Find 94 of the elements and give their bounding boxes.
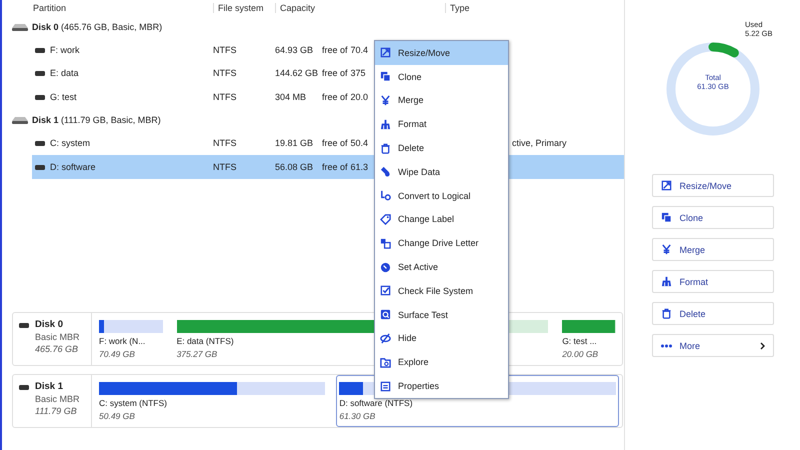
- menu-item[interactable]: Hide: [375, 326, 508, 350]
- trash-icon: [380, 142, 391, 154]
- partition-icon: [35, 94, 45, 100]
- column-header[interactable]: Type: [445, 2, 624, 12]
- partition-label: F: work (N...: [99, 336, 146, 346]
- broom-icon: [380, 118, 391, 130]
- menu-item[interactable]: Clone: [375, 64, 508, 89]
- disk-drive-icon: [12, 116, 28, 124]
- disk-size: 465.76 GB: [34, 344, 80, 354]
- partition-name: F: work: [50, 44, 80, 55]
- partition-label: E: data (NTFS): [176, 336, 234, 346]
- resize-icon: [660, 180, 672, 191]
- disk-style: Basic MBR: [34, 332, 81, 342]
- partition-label: G: test ...: [562, 336, 597, 346]
- disk-title: Disk 1 (111.79 GB, Basic, MBR): [32, 115, 161, 125]
- free-space: 56.08 GB: [275, 162, 314, 172]
- menu-item[interactable]: Merge: [375, 88, 508, 112]
- action-button[interactable]: Delete: [652, 302, 774, 325]
- capacity-label: free of: [322, 92, 348, 102]
- free-space: 144.62 GB: [275, 68, 319, 78]
- action-button[interactable]: Format: [652, 270, 774, 293]
- capacity-total: 70.4: [350, 44, 368, 55]
- disk-name: Disk 0: [35, 319, 63, 330]
- tag-icon: [380, 214, 391, 225]
- capacity-total: 50.4: [350, 138, 368, 148]
- disk-size: 111.79 GB: [34, 406, 78, 416]
- partition-label: C: system (NTFS): [99, 398, 167, 408]
- copy-icon: [380, 71, 391, 82]
- more-icon: [660, 344, 672, 348]
- file-system: NTFS: [213, 92, 238, 102]
- action-button[interactable]: Resize/Move: [652, 174, 774, 197]
- drive-letter-icon: [380, 238, 391, 249]
- partition-icon: [35, 164, 45, 170]
- resize-icon: [380, 47, 391, 58]
- capacity-label: free of: [322, 138, 348, 148]
- capacity-total: 375: [350, 68, 366, 78]
- menu-item[interactable]: Explore: [375, 350, 508, 374]
- partition-name: E: data: [50, 68, 79, 78]
- partition-type: ctive, Primary: [512, 138, 567, 148]
- check-icon: [380, 285, 391, 296]
- folder-icon: [380, 356, 391, 368]
- column-header[interactable]: Capacity: [275, 2, 445, 12]
- partition-name: D: software: [50, 162, 96, 172]
- capacity-label: free of: [322, 68, 348, 78]
- menu-item[interactable]: Properties: [375, 374, 508, 398]
- disk-style: Basic MBR: [34, 394, 81, 404]
- capacity-label: free of: [322, 162, 348, 172]
- trash-icon: [660, 308, 672, 319]
- partition-icon: [35, 70, 45, 76]
- menu-item[interactable]: Change Label: [375, 208, 508, 232]
- file-system: NTFS: [213, 68, 238, 78]
- partition-size: 61.30 GB: [339, 411, 376, 421]
- convert-icon: [380, 190, 391, 202]
- partition-size: 375.27 GB: [176, 349, 218, 359]
- free-space: 64.93 GB: [275, 44, 314, 55]
- partition-icon: [35, 46, 45, 53]
- column-header[interactable]: Partition: [2, 2, 213, 12]
- action-button[interactable]: Merge: [652, 238, 774, 261]
- file-system: NTFS: [213, 44, 238, 55]
- menu-item[interactable]: Format: [375, 112, 508, 136]
- menu-item[interactable]: Change Drive Letter: [375, 231, 508, 256]
- disk-drive-icon: [12, 22, 28, 30]
- chevron-right-icon: [760, 342, 764, 350]
- menu-item[interactable]: Surface Test: [375, 302, 508, 327]
- partition-size: 50.49 GB: [99, 411, 135, 421]
- merge-icon: [380, 94, 391, 106]
- free-space: 19.81 GB: [275, 138, 314, 148]
- disk-name: Disk 1: [35, 381, 63, 392]
- partition-icon: [35, 140, 45, 146]
- file-system: NTFS: [213, 138, 238, 148]
- copy-icon: [660, 212, 672, 223]
- partition-name: G: test: [50, 92, 77, 102]
- partition-name: C: system: [50, 138, 90, 148]
- menu-item[interactable]: Convert to Logical: [375, 184, 508, 208]
- partition-size: 70.49 GB: [99, 349, 135, 359]
- capacity-label: free of: [322, 44, 348, 55]
- menu-item[interactable]: Check File System: [375, 278, 508, 303]
- merge-icon: [660, 244, 672, 255]
- menu-item[interactable]: Set Active: [375, 255, 508, 279]
- file-system: NTFS: [213, 162, 238, 172]
- broom-icon: [660, 276, 672, 287]
- hidden-icon: [380, 332, 391, 344]
- action-button[interactable]: Clone: [652, 206, 774, 229]
- action-button[interactable]: More: [652, 334, 774, 357]
- free-space: 304 MB: [275, 92, 308, 102]
- partition-size: 20.00 GB: [562, 349, 598, 359]
- partition-label: D: software (NTFS): [339, 398, 413, 408]
- scan-icon: [380, 309, 391, 320]
- column-header[interactable]: File system: [213, 2, 275, 12]
- capacity-total: 61.3: [350, 162, 368, 172]
- menu-item[interactable]: Resize/Move: [375, 41, 508, 65]
- capacity-total: 20.0: [350, 92, 368, 102]
- properties-icon: [380, 380, 391, 392]
- disk-title: Disk 0 (465.76 GB, Basic, MBR): [32, 22, 162, 32]
